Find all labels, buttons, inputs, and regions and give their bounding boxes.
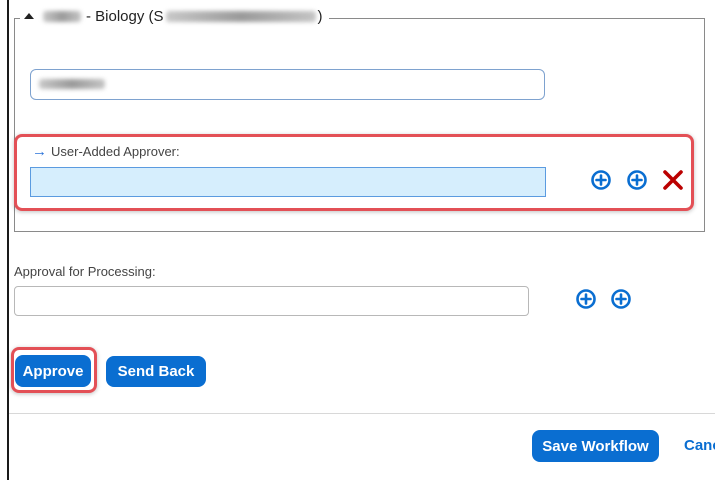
cancel-link[interactable]: Canc [684, 437, 715, 454]
redacted-value [39, 79, 105, 89]
add-processing-before-icon[interactable] [575, 288, 597, 310]
footer-divider [9, 413, 715, 414]
user-added-approver-label: → User-Added Approver: [32, 144, 180, 159]
panel-legend[interactable]: - Biology (S ) [20, 8, 329, 25]
save-workflow-button[interactable]: Save Workflow [532, 430, 659, 462]
redacted-code [43, 11, 81, 22]
collapse-caret-icon[interactable] [24, 12, 34, 19]
add-approver-after-icon[interactable] [626, 169, 648, 191]
redacted-name [165, 11, 316, 22]
approve-button[interactable]: Approve [15, 355, 91, 387]
approval-for-processing-input[interactable] [14, 286, 529, 316]
add-processing-after-icon[interactable] [610, 288, 632, 310]
user-added-approver-input[interactable] [30, 167, 546, 197]
arrow-right-icon: → [32, 143, 47, 160]
approval-for-processing-label: Approval for Processing: [14, 264, 156, 279]
legend-text: - Biology (S [86, 8, 164, 25]
masked-approver-field[interactable] [30, 69, 545, 100]
remove-approver-icon[interactable] [661, 168, 685, 192]
send-back-button[interactable]: Send Back [106, 356, 206, 387]
user-added-approver-text: User-Added Approver: [51, 144, 180, 159]
add-approver-before-icon[interactable] [590, 169, 612, 191]
legend-close: ) [317, 8, 323, 25]
